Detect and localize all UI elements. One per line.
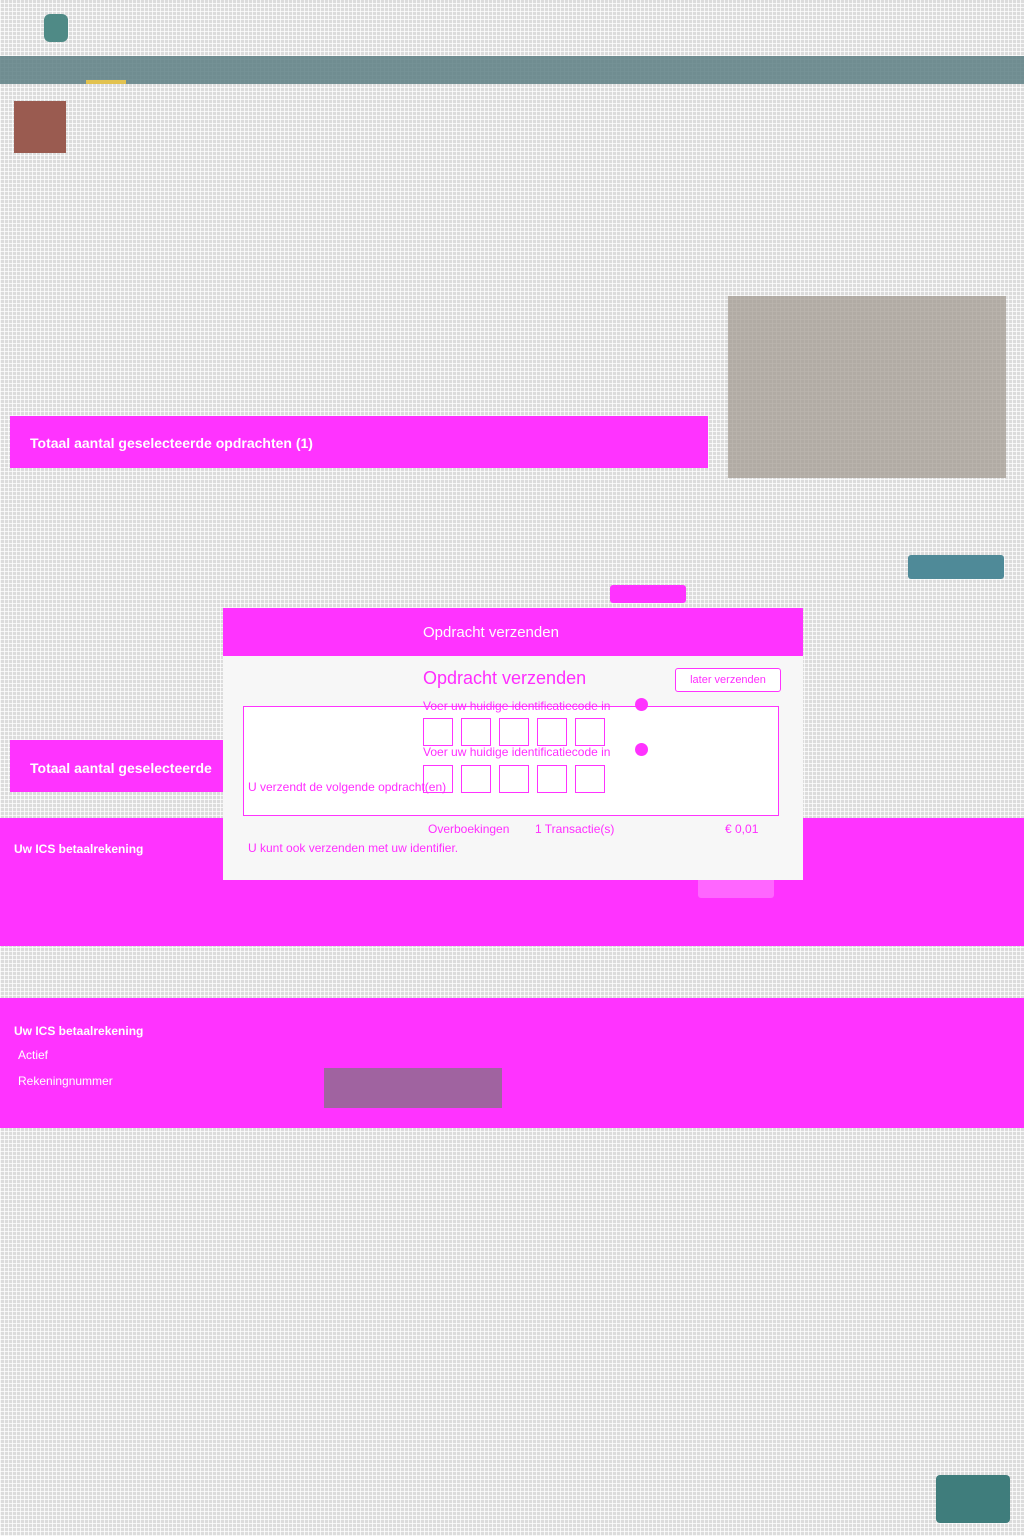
summary-count: 1 Transactie(s)	[535, 822, 615, 836]
info-icon[interactable]	[635, 743, 648, 756]
modal-header-title: Opdracht verzenden	[423, 624, 559, 641]
send-later-button[interactable]: later verzenden	[675, 668, 781, 692]
info-icon[interactable]	[635, 698, 648, 711]
code-digit-input[interactable]	[537, 718, 567, 746]
list-item: Rekeningnummer	[18, 1074, 113, 1088]
account-panel-2-heading: Uw ICS betaalrekening	[14, 1024, 144, 1038]
status-tag	[610, 585, 686, 603]
bank-logo-icon[interactable]	[44, 14, 68, 42]
selected-orders-title: Totaal aantal geselecteerde opdrachten (…	[30, 435, 313, 451]
code-label-1: Voer uw huidige identificatiecode in	[423, 699, 611, 713]
code-digit-input[interactable]	[575, 765, 605, 793]
account-panel-heading: Uw ICS betaalrekening	[14, 842, 144, 856]
account-thumbnail	[14, 101, 66, 153]
summary-amount: € 0,01	[725, 822, 759, 836]
modal-title: Opdracht verzenden	[423, 668, 587, 688]
account-panel-2: Uw ICS betaalrekening Actief Rekeningnum…	[0, 998, 1024, 1128]
code-digit-input[interactable]	[499, 765, 529, 793]
identifier-text: U kunt ook verzenden met uw identifier.	[248, 841, 459, 855]
code-digit-input[interactable]	[575, 718, 605, 746]
panel-dark-block	[324, 1068, 502, 1108]
code-digit-input[interactable]	[461, 718, 491, 746]
promo-image	[728, 296, 1006, 478]
code-digit-input[interactable]	[499, 718, 529, 746]
list-item: Actief	[18, 1048, 49, 1062]
account-panel-2-list: Actief Rekeningnummer	[18, 1048, 113, 1100]
main-navigation[interactable]	[0, 56, 1024, 84]
sending-orders-text: U verzendt de volgende opdracht(en)	[248, 780, 447, 794]
promo-button[interactable]	[908, 555, 1004, 579]
code-label-2: Voer uw huidige identificatiecode in	[423, 745, 611, 759]
top-bar	[0, 0, 1024, 56]
code-digit-input[interactable]	[537, 765, 567, 793]
code-digit-input[interactable]	[423, 718, 453, 746]
selected-orders-bar-2: Totaal aantal geselecteerde	[10, 740, 224, 792]
summary-type: Overboekingen	[428, 822, 510, 836]
feedback-button[interactable]	[936, 1475, 1010, 1523]
selected-orders-title-2: Totaal aantal geselecteerde	[30, 760, 212, 776]
active-nav-indicator	[86, 80, 126, 84]
code-digit-input[interactable]	[461, 765, 491, 793]
selected-orders-bar: Totaal aantal geselecteerde opdrachten (…	[10, 416, 708, 468]
modal-header: Opdracht verzenden	[223, 608, 803, 656]
